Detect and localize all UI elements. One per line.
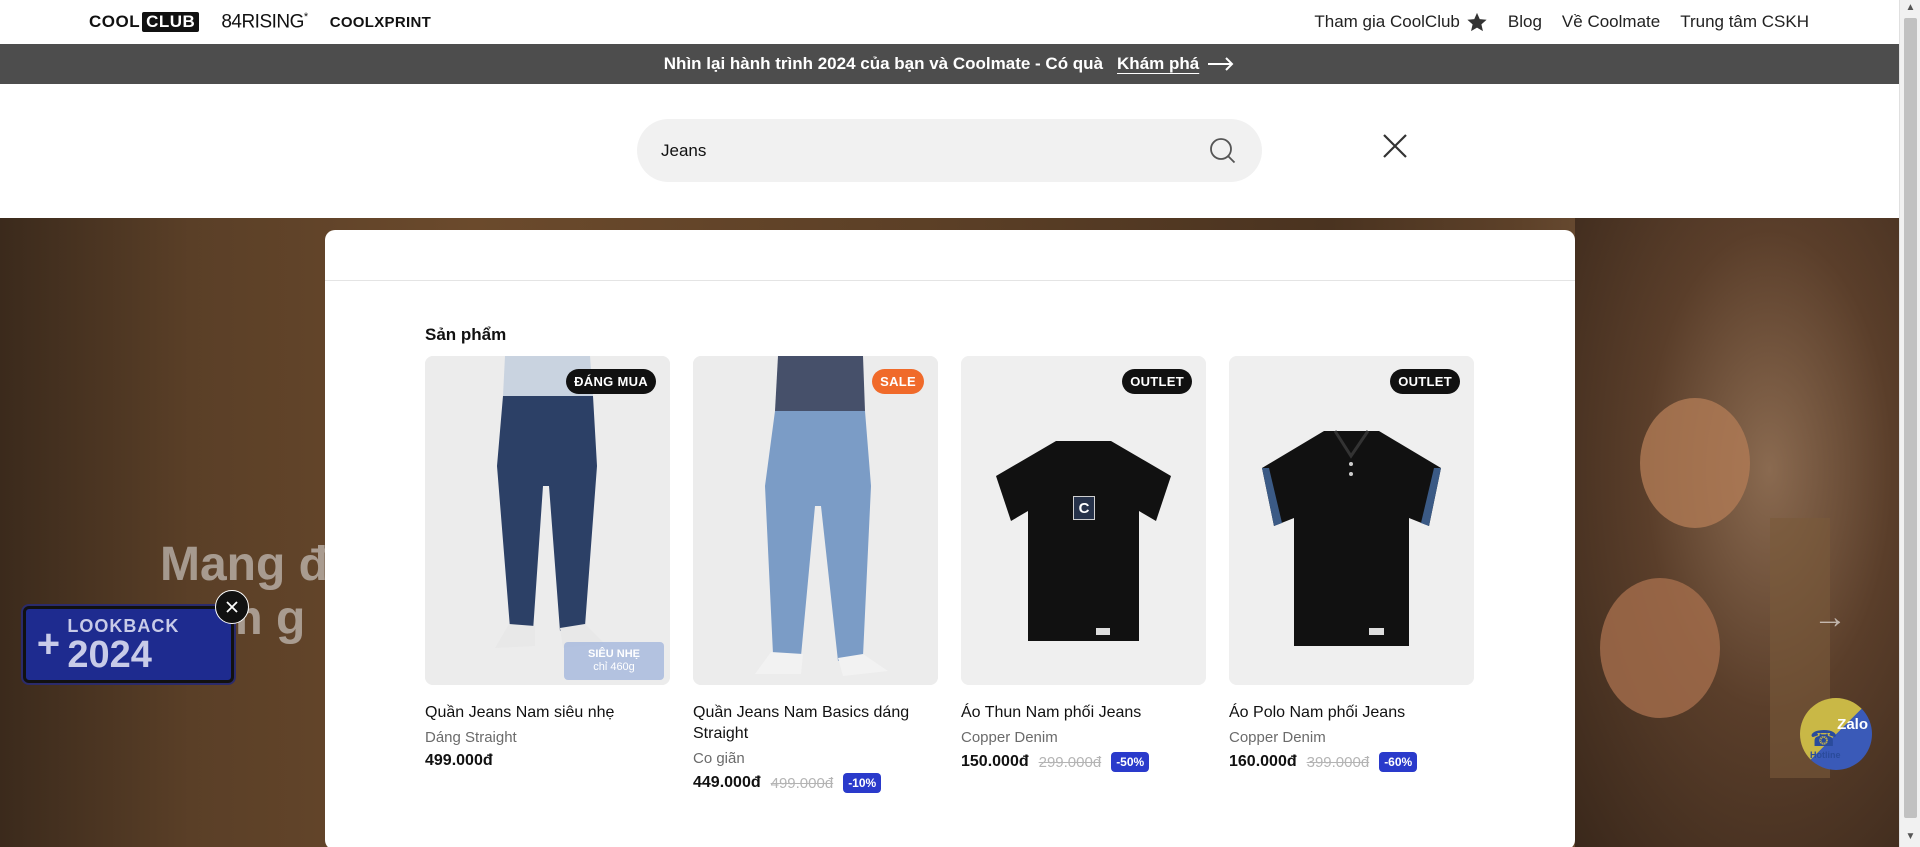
lookback-plus-icon: + bbox=[36, 622, 60, 666]
lookback-2024-badge[interactable]: + LOOKBACK 2024 bbox=[23, 606, 234, 683]
search-results-panel: Sản phẩm ĐÁNG MUA SIÊU NHẸ chỉ 460g Quần… bbox=[325, 230, 1575, 847]
coolclub-logo-text-a: COOL bbox=[89, 12, 141, 31]
lightweight-tag-weight: chỉ 460g bbox=[593, 661, 635, 673]
search-area bbox=[0, 84, 1899, 218]
product-subtitle: Dáng Straight bbox=[425, 729, 517, 746]
close-search-button[interactable] bbox=[1380, 131, 1410, 161]
hero-photo-figure bbox=[1640, 398, 1750, 528]
close-icon bbox=[1383, 134, 1407, 158]
zalo-label: Zalo bbox=[1837, 716, 1868, 733]
nav-support-label: Trung tâm CSKH bbox=[1680, 12, 1809, 31]
zalo-hotline-widget[interactable]: Zalo ☎ Hotline bbox=[1800, 698, 1872, 770]
nav-about-label: Về Coolmate bbox=[1561, 12, 1661, 31]
product-price-row: 449.000đ 499.000đ -10% bbox=[693, 773, 938, 793]
nav-blog-label: Blog bbox=[1507, 12, 1542, 31]
search-box bbox=[637, 119, 1262, 182]
phone-icon: ☎ bbox=[1810, 726, 1838, 751]
hotline-label: Hotline bbox=[1810, 750, 1841, 760]
product-logo-patch: C bbox=[1073, 496, 1095, 520]
product-subtitle: Co giãn bbox=[693, 750, 745, 767]
product-price-row: 150.000đ 299.000đ -50% bbox=[961, 752, 1206, 772]
product-badge: OUTLET bbox=[1390, 369, 1460, 394]
jeans-product-photo bbox=[425, 356, 670, 685]
coolxprint-logo-link[interactable]: COOLXPRINT bbox=[330, 14, 431, 31]
hero-photo-figure bbox=[1600, 578, 1720, 718]
nav-join-coolclub[interactable]: Tham gia CoolClub bbox=[1314, 11, 1488, 33]
84rising-logo-text: 84RISING bbox=[221, 11, 304, 33]
product-image[interactable]: OUTLET C bbox=[961, 356, 1206, 685]
nav-about[interactable]: Về Coolmate bbox=[1562, 12, 1660, 32]
coolclub-logo-link[interactable]: COOL CLUB bbox=[89, 12, 200, 32]
search-icon bbox=[1210, 137, 1236, 163]
product-card[interactable]: SALE Quần Jeans Nam Basics dáng Straight… bbox=[693, 356, 938, 793]
search-button[interactable] bbox=[1208, 136, 1238, 166]
coolclub-logo-text-b: CLUB bbox=[142, 12, 200, 32]
announcement-text: Nhìn lại hành trình 2024 của bạn và Cool… bbox=[663, 54, 1104, 73]
panel-divider bbox=[325, 280, 1575, 281]
discount-badge: -60% bbox=[1379, 752, 1418, 772]
product-list: ĐÁNG MUA SIÊU NHẸ chỉ 460g Quần Jeans Na… bbox=[425, 356, 1474, 793]
coolxprint-logo-text: COOLXPRINT bbox=[329, 13, 432, 31]
page-scrollbar[interactable]: ▲ ▼ bbox=[1899, 0, 1920, 847]
discount-badge: -10% bbox=[843, 773, 882, 793]
product-old-price: 399.000đ bbox=[1306, 753, 1370, 771]
announcement-bar: Nhìn lại hành trình 2024 của bạn và Cool… bbox=[0, 44, 1899, 84]
discount-badge: -50% bbox=[1111, 752, 1150, 772]
brand-links: COOL CLUB 84RISING* COOLXPRINT bbox=[89, 0, 431, 44]
product-name[interactable]: Quần Jeans Nam Basics dáng Straight bbox=[693, 702, 938, 744]
polo-product-photo bbox=[1229, 356, 1474, 685]
scroll-up-arrow-icon[interactable]: ▲ bbox=[1904, 2, 1917, 16]
announcement-cta-link[interactable]: Khám phá bbox=[1117, 54, 1199, 74]
lookback-text: LOOKBACK 2024 bbox=[67, 616, 179, 676]
product-price: 449.000đ bbox=[693, 774, 761, 791]
product-subtitle: Copper Denim bbox=[1229, 729, 1326, 746]
product-price-row: 499.000đ bbox=[425, 752, 670, 770]
tshirt-product-photo bbox=[961, 356, 1206, 685]
search-input[interactable] bbox=[661, 140, 1208, 161]
lightweight-tag-title: SIÊU NHẸ bbox=[588, 648, 640, 660]
hero-next-arrow[interactable]: → bbox=[1813, 598, 1847, 637]
product-card[interactable]: OUTLET Áo Polo Nam phối Jeans Copper Den… bbox=[1229, 356, 1474, 793]
product-old-price: 499.000đ bbox=[770, 774, 834, 792]
product-card[interactable]: ĐÁNG MUA SIÊU NHẸ chỉ 460g Quần Jeans Na… bbox=[425, 356, 670, 793]
product-price: 160.000đ bbox=[1229, 753, 1297, 770]
product-name[interactable]: Áo Thun Nam phối Jeans bbox=[961, 702, 1206, 723]
product-price-row: 160.000đ 399.000đ -60% bbox=[1229, 752, 1474, 772]
lookback-close-button[interactable] bbox=[215, 590, 249, 624]
top-nav-links: Tham gia CoolClub Blog Về Coolmate Trung… bbox=[1314, 0, 1809, 44]
nav-blog[interactable]: Blog bbox=[1508, 12, 1542, 32]
product-image[interactable]: OUTLET bbox=[1229, 356, 1474, 685]
product-price: 150.000đ bbox=[961, 753, 1029, 770]
product-name[interactable]: Áo Polo Nam phối Jeans bbox=[1229, 702, 1474, 723]
product-subtitle: Copper Denim bbox=[961, 729, 1058, 746]
nav-join-label: Tham gia CoolClub bbox=[1314, 12, 1460, 31]
product-badge: ĐÁNG MUA bbox=[566, 369, 656, 394]
84rising-logo-mark: * bbox=[303, 10, 308, 23]
product-card[interactable]: OUTLET C Áo Thun Nam phối Jeans Copper D… bbox=[961, 356, 1206, 793]
product-name[interactable]: Quần Jeans Nam siêu nhẹ bbox=[425, 702, 670, 723]
lightweight-tag: SIÊU NHẸ chỉ 460g bbox=[564, 642, 664, 680]
product-price: 499.000đ bbox=[425, 752, 493, 769]
hero-line-1: Mang đ bbox=[160, 538, 328, 591]
jeans-product-photo bbox=[693, 356, 938, 685]
84rising-logo-link[interactable]: 84RISING* bbox=[221, 10, 308, 33]
product-old-price: 299.000đ bbox=[1038, 753, 1102, 771]
scroll-down-arrow-icon[interactable]: ▼ bbox=[1904, 831, 1917, 845]
product-image[interactable]: ĐÁNG MUA SIÊU NHẸ chỉ 460g bbox=[425, 356, 670, 685]
arrow-right-icon[interactable] bbox=[1207, 56, 1235, 72]
scrollbar-thumb[interactable] bbox=[1904, 18, 1917, 818]
star-icon bbox=[1467, 12, 1487, 32]
lookback-year: 2024 bbox=[67, 634, 152, 676]
product-badge: SALE bbox=[872, 369, 924, 394]
products-section-title: Sản phẩm bbox=[425, 325, 507, 344]
close-icon bbox=[226, 601, 238, 613]
product-badge: OUTLET bbox=[1122, 369, 1192, 394]
product-image[interactable]: SALE bbox=[693, 356, 938, 685]
nav-support[interactable]: Trung tâm CSKH bbox=[1680, 12, 1809, 32]
top-nav-bar: COOL CLUB 84RISING* COOLXPRINT Tham gia … bbox=[0, 0, 1899, 44]
